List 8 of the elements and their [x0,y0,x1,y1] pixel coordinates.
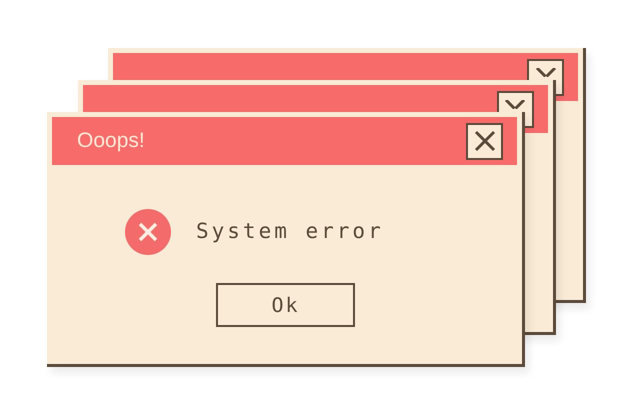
close-icon [504,100,526,108]
ok-button[interactable]: Ok [216,283,355,327]
error-message: System error [196,218,384,246]
close-button[interactable] [466,122,503,160]
error-icon [125,209,171,255]
window-title: Ooops! [77,128,145,154]
close-icon [534,68,556,76]
close-icon [474,130,496,152]
